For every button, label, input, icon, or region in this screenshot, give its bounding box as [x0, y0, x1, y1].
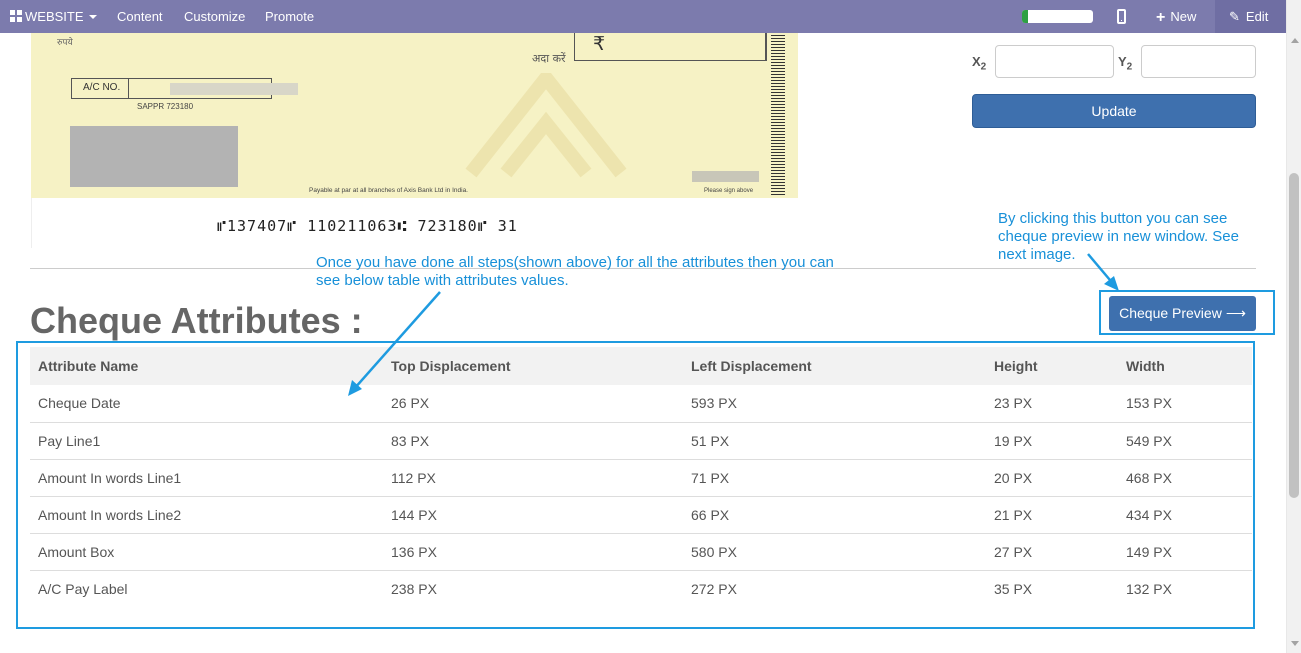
x2-label: X2: [972, 54, 987, 73]
payable-text: Payable at par at all branches of Axis B…: [309, 187, 468, 194]
table-cell: 83 PX: [391, 432, 430, 449]
bank-watermark: [465, 73, 627, 178]
table-cell: 21 PX: [994, 506, 1033, 523]
table-row: Amount In words Line1 112 PX 71 PX 20 PX 468…: [30, 459, 1252, 496]
table-row: A/C Pay Label 238 PX 272 PX 35 PX 132 PX: [30, 570, 1252, 607]
new-label: New: [1170, 9, 1197, 24]
table-cell: 26 PX: [391, 395, 430, 412]
website-label: WEBSITE: [25, 9, 84, 24]
ac-label: A/C NO.: [83, 82, 121, 93]
ac-divider: [128, 79, 129, 98]
table-cell: Amount In words Line1: [38, 469, 182, 486]
micr-code: ⑈137407⑈ 110211063⑆ 723180⑈ 31: [217, 217, 518, 235]
y2-input[interactable]: [1141, 45, 1256, 78]
attributes-table: Attribute Name Top Displacement Left Dis…: [30, 347, 1252, 607]
cheque-edge: [31, 198, 32, 248]
sign-above-text: Please sign above: [704, 188, 754, 194]
col-top-displacement: Top Displacement: [391, 358, 511, 374]
website-menu-button[interactable]: WEBSITE: [10, 0, 97, 33]
rupees-text: रुपये: [57, 38, 73, 48]
pencil-icon: ✎: [1229, 9, 1240, 24]
signature-redacted: [692, 171, 759, 182]
cheque-preview-button[interactable]: Cheque Preview ⟶: [1109, 296, 1256, 331]
col-left-displacement: Left Displacement: [691, 358, 812, 374]
cheque-preview-label: Cheque Preview: [1119, 305, 1222, 321]
preview-annotation: By clicking this button you can see cheq…: [998, 210, 1239, 263]
x2-input[interactable]: [995, 45, 1114, 78]
edit-label: Edit: [1245, 9, 1269, 24]
table-cell: 272 PX: [691, 580, 737, 597]
table-cell: 149 PX: [1126, 543, 1172, 560]
table-cell: 19 PX: [994, 432, 1033, 449]
page-title: Cheque Attributes :: [30, 300, 363, 341]
redacted-box: [70, 126, 238, 187]
rupee-symbol: ₹: [593, 33, 606, 55]
table-cell: 132 PX: [1126, 580, 1172, 597]
table-cell: 20 PX: [994, 469, 1033, 486]
table-annotation: Once you have done all steps(shown above…: [316, 254, 834, 289]
table-cell: 66 PX: [691, 506, 730, 523]
new-button[interactable]: + New: [1156, 0, 1196, 33]
update-button[interactable]: Update: [972, 94, 1256, 128]
page-scrollbar[interactable]: [1286, 0, 1301, 653]
scroll-down-icon[interactable]: [1291, 641, 1299, 646]
account-number-box: A/C NO.: [71, 78, 298, 99]
menu-customize[interactable]: Customize: [184, 0, 245, 33]
menu-promote[interactable]: Promote: [265, 0, 314, 33]
table-cell: 549 PX: [1126, 432, 1172, 449]
table-cell: 35 PX: [994, 580, 1033, 597]
progress-fill: [1022, 10, 1028, 23]
arrow-right-icon: ⟶: [1225, 305, 1246, 321]
menu-content[interactable]: Content: [117, 0, 163, 33]
table-cell: 136 PX: [391, 543, 437, 560]
table-cell: 27 PX: [994, 543, 1033, 560]
table-cell: 580 PX: [691, 543, 737, 560]
cheque-divider: [765, 33, 766, 61]
table-cell: 51 PX: [691, 432, 730, 449]
table-header-row: Attribute Name Top Displacement Left Dis…: [30, 347, 1252, 385]
table-row: Pay Line1 83 PX 51 PX 19 PX 549 PX: [30, 422, 1252, 459]
col-width: Width: [1126, 358, 1165, 374]
scroll-up-icon[interactable]: [1291, 38, 1299, 43]
scrollbar-thumb[interactable]: [1289, 173, 1299, 498]
table-cell: Amount In words Line2: [38, 506, 182, 523]
sappr-text: SAPPR 723180: [137, 102, 194, 111]
mobile-preview-icon[interactable]: [1117, 9, 1126, 24]
table-cell: Cheque Date: [38, 395, 121, 412]
cheque-barcode: [771, 35, 785, 195]
table-cell: 434 PX: [1126, 506, 1172, 523]
grid-icon: [10, 10, 22, 22]
table-cell: Amount Box: [38, 543, 115, 560]
col-attribute-name: Attribute Name: [38, 358, 139, 374]
table-cell: 23 PX: [994, 395, 1033, 412]
table-cell: 71 PX: [691, 469, 730, 486]
table-cell: 593 PX: [691, 395, 737, 412]
edit-button[interactable]: ✎ Edit: [1229, 0, 1268, 33]
table-row: Amount Box 136 PX 580 PX 27 PX 149 PX: [30, 533, 1252, 570]
chevron-down-icon: [88, 15, 97, 19]
website-topbar: WEBSITE Content Customize Promote + New ✎…: [0, 0, 1286, 33]
table-cell: A/C Pay Label: [38, 580, 128, 597]
col-height: Height: [994, 358, 1038, 374]
table-cell: 144 PX: [391, 506, 437, 523]
plus-icon: +: [1156, 9, 1166, 26]
table-row: Cheque Date 26 PX 593 PX 23 PX 153 PX: [30, 385, 1252, 422]
table-cell: 153 PX: [1126, 395, 1172, 412]
table-cell: 112 PX: [391, 469, 436, 486]
table-cell: Pay Line1: [38, 432, 101, 449]
progress-bar: [1022, 10, 1093, 23]
table-row: Amount In words Line2 144 PX 66 PX 21 PX 434…: [30, 496, 1252, 533]
table-cell: 238 PX: [391, 580, 437, 597]
ada-kare-text: अदा करें: [532, 52, 566, 65]
y2-label: Y2: [1118, 54, 1133, 73]
cheque-image: रुपये अदा करें ₹ A/C NO. SAPPR 723180 Pa…: [31, 33, 798, 198]
amount-box: ₹: [574, 33, 767, 61]
table-cell: 468 PX: [1126, 469, 1172, 486]
ac-number-redacted: [170, 83, 298, 95]
